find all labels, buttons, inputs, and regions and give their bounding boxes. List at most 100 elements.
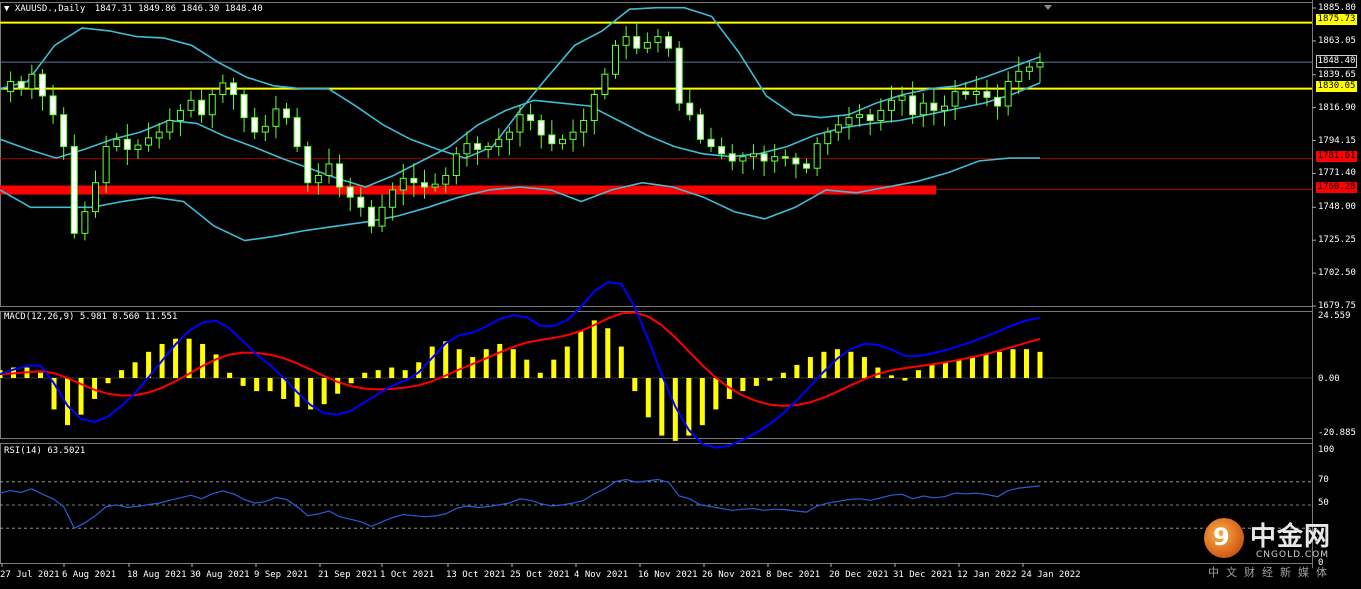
candle-body [930, 102, 938, 111]
macd-histogram-bar [38, 372, 44, 378]
macd-histogram-bar [389, 367, 395, 378]
candle-body [28, 73, 36, 90]
candle-body [38, 73, 46, 97]
candle-body [378, 206, 386, 227]
candle-body [505, 131, 513, 140]
candle-body [537, 120, 545, 136]
trading-chart[interactable] [0, 0, 1361, 589]
macd-histogram-bar [483, 349, 489, 378]
tag-resistance-high: 1875.73 [1316, 14, 1357, 25]
date-label: 8 Dec 2021 [766, 570, 821, 580]
logo-mark-icon: 9 [1204, 518, 1244, 558]
candle-body [410, 177, 418, 184]
ohlc-values: 1847.31 1849.86 1846.30 1848.40 [94, 4, 263, 14]
macd-histogram-bar [591, 320, 597, 378]
candle-body [134, 144, 142, 150]
macd-axis-bottom: -20.885 [1318, 428, 1356, 438]
date-label: 4 Nov 2021 [574, 570, 629, 580]
macd-histogram-bar [1023, 349, 1029, 378]
candle-body [739, 156, 747, 162]
macd-histogram-bar [983, 354, 989, 378]
candle-body [1004, 80, 1012, 107]
candle-body [283, 108, 291, 119]
candle-body [113, 138, 121, 148]
candle-body [304, 146, 312, 184]
rsi-axis-100: 100 [1318, 445, 1335, 455]
rsi-label: RSI(14) 63.5021 [4, 446, 86, 456]
candle-body [686, 102, 694, 116]
macd-histogram-bar [996, 351, 1002, 378]
macd-histogram-bar [618, 346, 624, 378]
macd-histogram-bar [254, 378, 260, 392]
candle-body [824, 131, 832, 145]
candle-body [781, 156, 789, 159]
candle-body [696, 114, 704, 140]
candle-body [962, 91, 970, 95]
macd-axis-zero: 0.00 [1318, 374, 1340, 384]
candle-body [675, 47, 683, 104]
macd-histogram-bar [848, 351, 854, 378]
candle-body [951, 91, 959, 107]
price-axis-label: 1794.15 [1318, 135, 1356, 146]
candle-body [654, 36, 662, 43]
cngold-logo: 9 中金网 CNGOLD.COM 中文财经新媒体 [1200, 514, 1360, 580]
macd-histogram-bar [753, 378, 759, 386]
candle-body [81, 211, 89, 234]
date-label: 20 Dec 2021 [829, 570, 889, 580]
candle-body [1036, 62, 1044, 68]
scroll-marker-icon [1044, 5, 1052, 10]
candle-body [792, 157, 800, 165]
macd-histogram-bar [767, 378, 773, 381]
macd-histogram-bar [200, 343, 206, 378]
candle-body [219, 82, 227, 95]
price-axis-label: 1816.90 [1318, 102, 1356, 113]
candle-body [272, 108, 280, 127]
candle-body [431, 183, 439, 188]
macd-histogram-bar [713, 378, 719, 410]
dropdown-arrow-icon[interactable]: ▼ [4, 4, 9, 14]
date-label: 21 Sep 2021 [318, 570, 378, 580]
candle-body [898, 95, 906, 101]
candle-body [548, 134, 556, 145]
macd-axis-top: 24.559 [1318, 311, 1351, 321]
candle-body [495, 138, 503, 148]
date-label: 30 Aug 2021 [190, 570, 250, 580]
logo-site: CNGOLD.COM [1256, 550, 1330, 560]
date-label: 31 Dec 2021 [893, 570, 953, 580]
candle-body [293, 117, 301, 148]
candle-body [834, 124, 842, 133]
support-zone-band [0, 185, 936, 195]
candle-body [208, 93, 216, 116]
date-label: 13 Oct 2021 [446, 570, 506, 580]
candle-body [760, 153, 768, 162]
candle-body [866, 114, 874, 122]
candle-body [357, 196, 365, 208]
macd-histogram-bar [1037, 351, 1043, 378]
macd-histogram-bar [375, 370, 381, 378]
macd-panel [0, 281, 1312, 449]
date-label: 16 Nov 2021 [638, 570, 698, 580]
macd-line [0, 281, 1041, 449]
candle-body [60, 114, 68, 148]
macd-histogram-bar [227, 372, 233, 378]
candle-body [102, 146, 110, 184]
candle-body [367, 206, 375, 227]
tag-resistance-mid: 1830.05 [1316, 81, 1357, 92]
macd-histogram-bar [362, 372, 368, 378]
candle-body [665, 36, 673, 49]
macd-histogram-bar [942, 362, 948, 378]
macd-histogram-bar [699, 378, 705, 426]
macd-histogram-bar [645, 378, 651, 418]
candle-body [399, 177, 407, 191]
logo-tagline: 中文财经新媒体 [1208, 566, 1334, 579]
date-label: 25 Oct 2021 [510, 570, 570, 580]
macd-histogram-bar [888, 375, 894, 378]
macd-histogram-bar [132, 362, 138, 378]
macd-histogram-bar [551, 359, 557, 378]
price-axis-label: 1885.80 [1318, 3, 1356, 13]
candle-body [718, 146, 726, 155]
macd-histogram-bar [740, 378, 746, 392]
candle-body [580, 120, 588, 133]
macd-histogram-bar [861, 357, 867, 378]
bollinger-lower [0, 157, 1040, 242]
